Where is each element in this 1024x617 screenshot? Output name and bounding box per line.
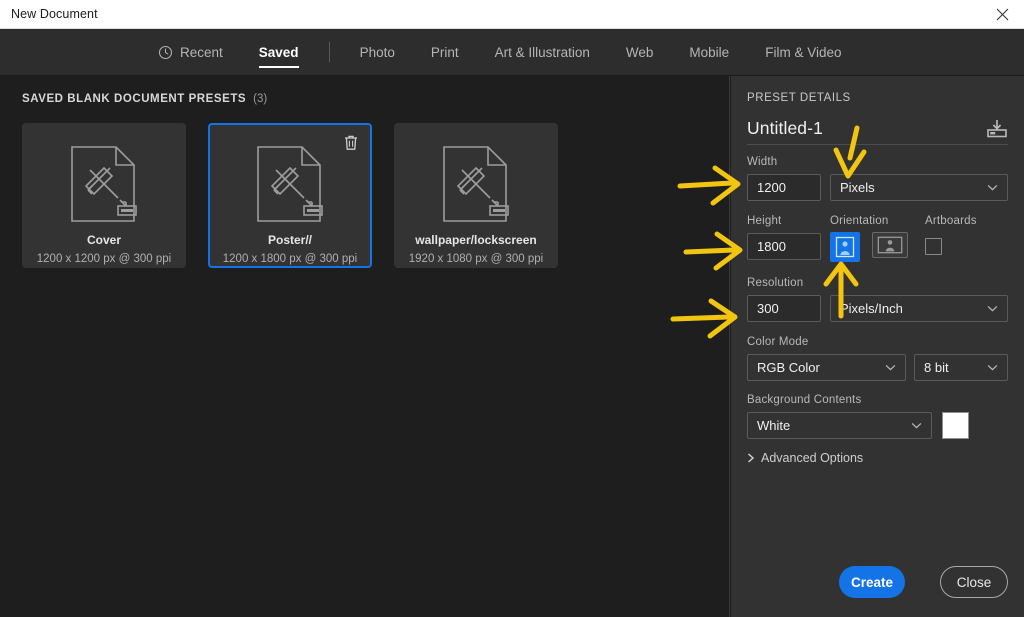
resolution-unit-value: Pixels/Inch — [840, 301, 903, 316]
preset-dimensions: 1200 x 1200 px @ 300 ppi — [36, 253, 172, 265]
tab-art-illustration[interactable]: Art & Illustration — [477, 29, 608, 75]
resolution-label: Resolution — [747, 277, 804, 289]
save-preset-button[interactable] — [986, 119, 1008, 139]
close-icon — [996, 8, 1008, 20]
chevron-right-icon — [748, 453, 755, 463]
preset-name: Cover — [86, 233, 121, 247]
background-contents-value: White — [757, 418, 791, 433]
chevron-down-icon — [987, 305, 998, 312]
create-button[interactable]: Create — [839, 566, 905, 598]
preset-card-cover[interactable]: Cover 1200 x 1200 px @ 300 ppi — [22, 123, 186, 268]
orientation-label: Orientation — [830, 215, 889, 227]
document-preset-icon — [257, 146, 323, 222]
save-preset-icon — [987, 119, 1007, 137]
advanced-options-label: Advanced Options — [761, 451, 864, 465]
tab-saved[interactable]: Saved — [241, 29, 317, 75]
dialog-button-row: Create Close — [747, 566, 1008, 598]
document-name-row — [747, 113, 1008, 145]
preset-thumbnail — [438, 143, 514, 225]
preset-card-wallpaper-lockscreen[interactable]: wallpaper/lockscreen 1920 x 1080 px @ 30… — [394, 123, 558, 268]
chevron-down-icon — [987, 184, 998, 191]
presets-pane: SAVED BLANK DOCUMENT PRESETS (3) Cover 1… — [0, 76, 730, 617]
tab-art-illustration-label: Art & Illustration — [494, 44, 590, 60]
document-type-tabbar: Recent Saved Photo Print Art & Illustrat… — [0, 29, 1024, 76]
document-name-input[interactable] — [747, 118, 986, 139]
artboards-checkbox[interactable] — [925, 238, 942, 255]
tabs-container: Recent Saved Photo Print Art & Illustrat… — [140, 29, 859, 75]
bit-depth-value: 8 bit — [924, 360, 949, 375]
document-preset-icon — [443, 146, 509, 222]
trash-icon — [345, 135, 357, 150]
tab-film-video-label: Film & Video — [765, 44, 842, 60]
landscape-icon — [877, 236, 903, 254]
advanced-options-toggle[interactable]: Advanced Options — [747, 451, 863, 465]
window-close-button[interactable] — [980, 0, 1024, 28]
document-preset-icon — [71, 146, 137, 222]
window-title: New Document — [11, 7, 98, 21]
portrait-icon — [835, 236, 855, 258]
preset-dimensions: 1200 x 1800 px @ 300 ppi — [222, 253, 358, 265]
resolution-unit-select[interactable]: Pixels/Inch — [830, 295, 1008, 322]
preset-name: Poster// — [267, 233, 312, 247]
window-titlebar: New Document — [0, 0, 1024, 29]
resolution-input[interactable] — [747, 295, 821, 322]
presets-count: (3) — [253, 93, 268, 105]
close-button[interactable]: Close — [940, 566, 1008, 598]
presets-section-label: SAVED BLANK DOCUMENT PRESETS — [22, 93, 247, 105]
orientation-landscape-button[interactable] — [872, 232, 908, 258]
preset-card-poster[interactable]: Poster// 1200 x 1800 px @ 300 ppi — [208, 123, 372, 268]
tab-separator — [328, 42, 330, 62]
tab-web-label: Web — [625, 44, 654, 60]
tab-saved-label: Saved — [258, 44, 299, 60]
presets-section-header: SAVED BLANK DOCUMENT PRESETS (3) — [22, 93, 267, 105]
chevron-down-icon — [987, 364, 998, 371]
height-label: Height — [747, 215, 782, 227]
tab-photo[interactable]: Photo — [342, 29, 413, 75]
preset-thumbnail — [252, 143, 328, 225]
artboards-label: Artboards — [925, 215, 977, 227]
tab-web[interactable]: Web — [608, 29, 672, 75]
tab-recent[interactable]: Recent — [140, 29, 241, 75]
width-unit-select[interactable]: Pixels — [830, 174, 1008, 201]
preset-thumbnail — [66, 143, 142, 225]
delete-preset-button[interactable] — [343, 134, 359, 151]
tab-mobile-label: Mobile — [689, 44, 730, 60]
width-input[interactable] — [747, 174, 821, 201]
tab-mobile[interactable]: Mobile — [671, 29, 747, 75]
color-mode-value: RGB Color — [757, 360, 820, 375]
background-color-swatch[interactable] — [942, 412, 969, 439]
preset-name: wallpaper/lockscreen — [415, 233, 537, 247]
height-input[interactable] — [747, 233, 821, 260]
background-contents-label: Background Contents — [747, 394, 862, 406]
new-document-dialog: New Document Recent Saved Photo Print Ar… — [0, 0, 1024, 617]
width-label: Width — [747, 156, 778, 168]
orientation-portrait-button[interactable] — [830, 232, 860, 262]
preset-details-title: PRESET DETAILS — [747, 92, 851, 104]
chevron-down-icon — [911, 422, 922, 429]
tab-print[interactable]: Print — [413, 29, 477, 75]
tab-film-video[interactable]: Film & Video — [747, 29, 859, 75]
width-unit-value: Pixels — [840, 180, 875, 195]
color-mode-label: Color Mode — [747, 336, 809, 348]
background-contents-select[interactable]: White — [747, 412, 932, 439]
tab-photo-label: Photo — [359, 44, 395, 60]
tab-recent-label: Recent — [180, 44, 223, 60]
preset-card-list: Cover 1200 x 1200 px @ 300 ppi Poster// … — [22, 123, 558, 268]
bit-depth-select[interactable]: 8 bit — [914, 354, 1008, 381]
preset-dimensions: 1920 x 1080 px @ 300 ppi — [408, 253, 544, 265]
chevron-down-icon — [885, 364, 896, 371]
tab-print-label: Print — [430, 44, 459, 60]
clock-icon — [158, 45, 173, 59]
color-mode-select[interactable]: RGB Color — [747, 354, 906, 381]
preset-details-pane: PRESET DETAILS Width Pixels — [731, 76, 1024, 617]
